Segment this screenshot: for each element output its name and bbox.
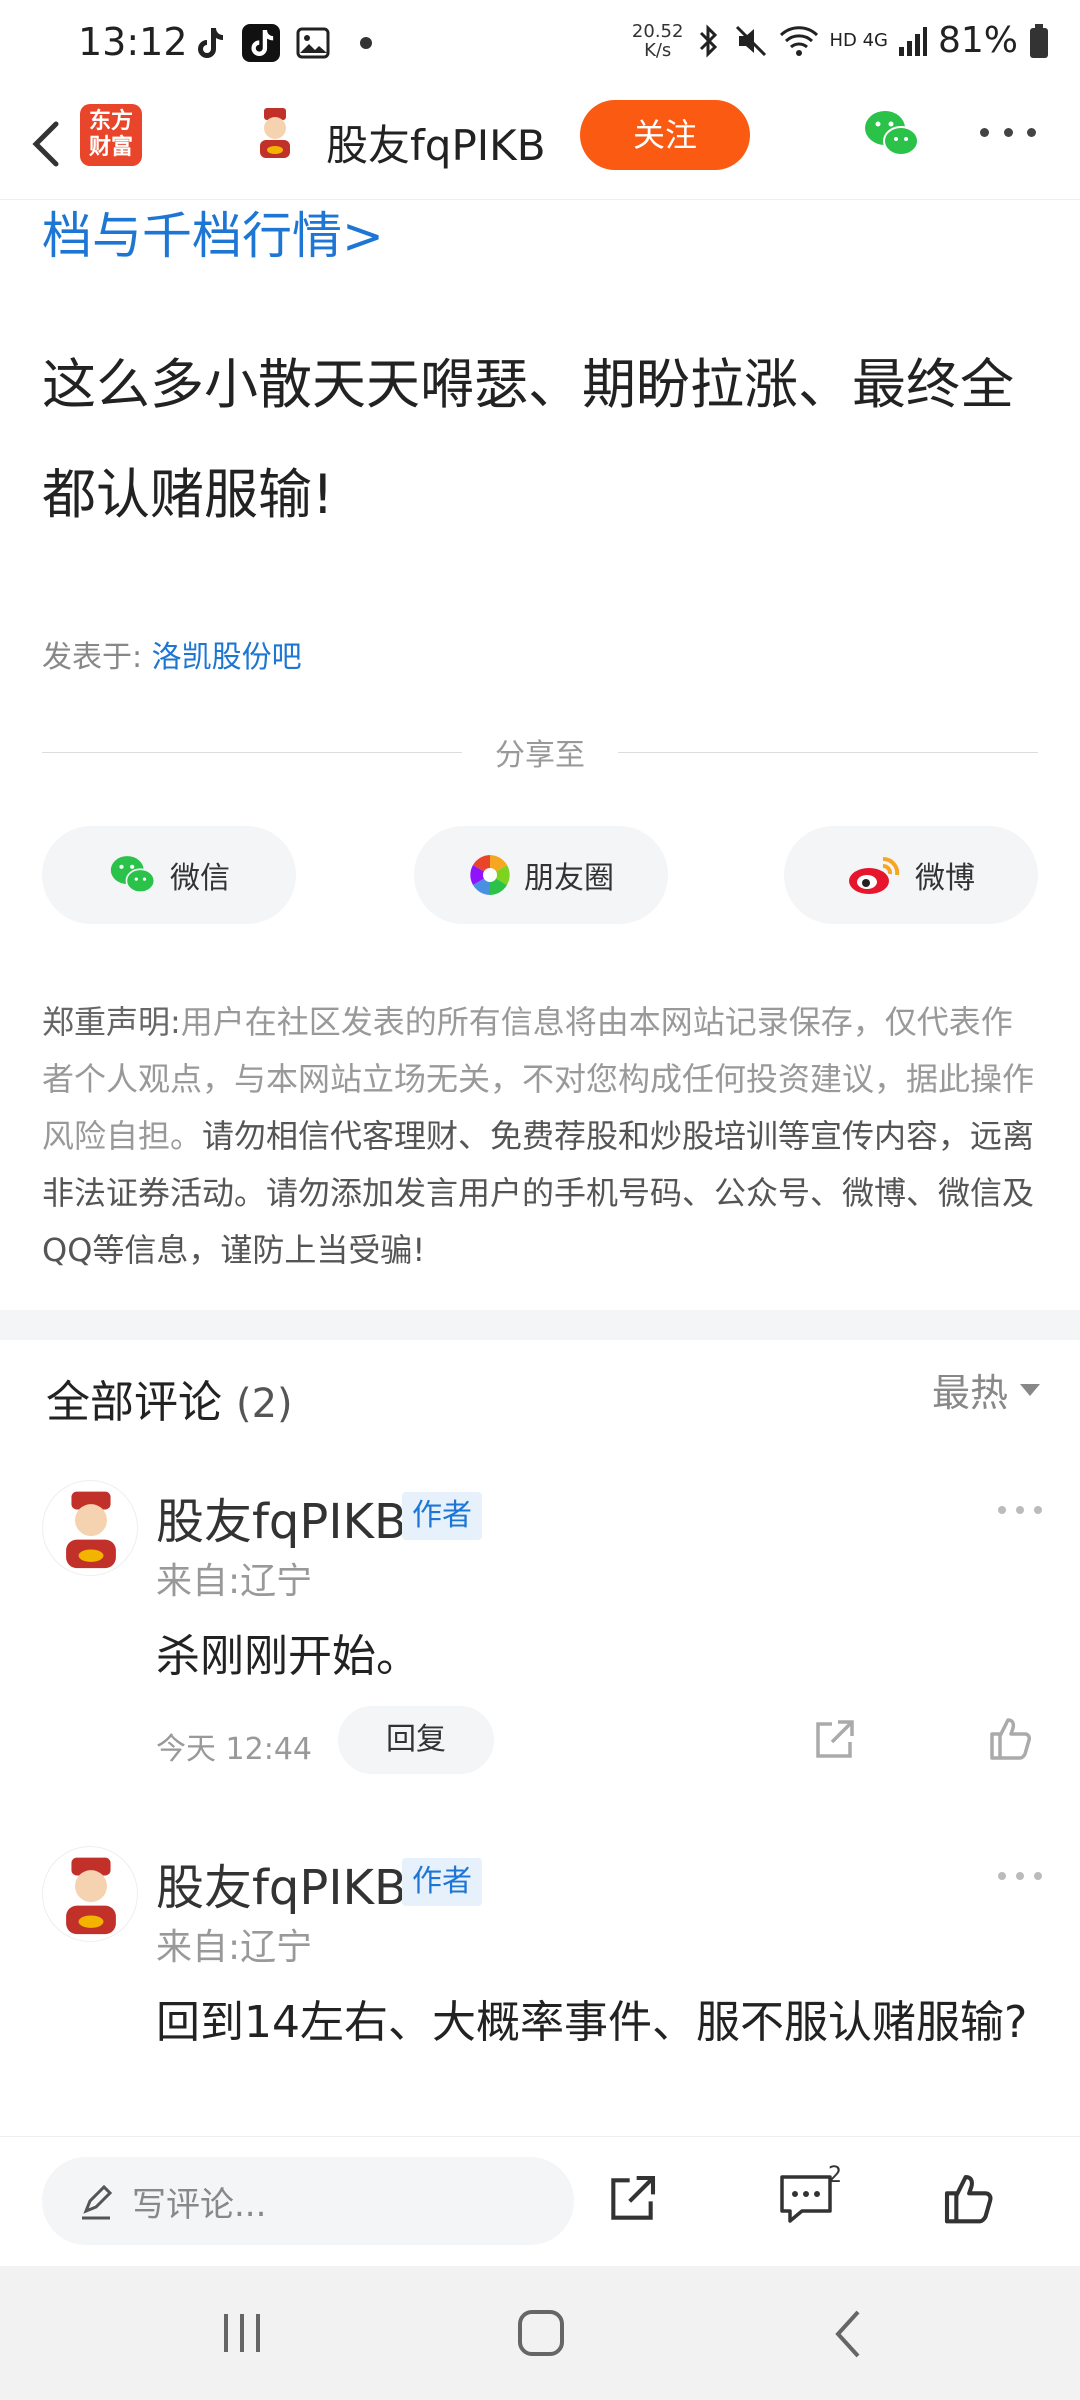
status-right-icons: 20.52 K/s HD 4G 81% [632,20,1050,61]
reply-button[interactable]: 回复 [338,1706,494,1774]
commenter-avatar[interactable] [42,1480,138,1576]
top-nav: 东方 财富 股友fqPIKB 关注 [0,92,1080,200]
posted-in: 发表于: 洛凯股份吧 [42,640,302,675]
recent-apps-button[interactable] [220,2312,264,2354]
share-icon [816,1720,854,1758]
status-left-icons [190,24,372,62]
comment-more-button[interactable] [998,1506,1042,1516]
more-options-button[interactable] [980,128,1036,142]
level2-quote-link[interactable]: 档与千档行情> [42,196,384,268]
comment-icon [780,2175,832,2223]
recent-apps-icon [224,2314,260,2352]
share-wechat-button[interactable]: 微信 [42,826,296,924]
nav-username[interactable]: 股友fqPIKB [326,112,546,173]
gallery-icon [294,24,332,62]
network-type: HD 4G [829,30,888,51]
share-button[interactable] [604,2171,660,2227]
fortune-god-avatar-icon [66,1491,116,1569]
mute-icon [736,25,767,56]
status-bar: 13:12 20.52 K/s HD 4G 81% [0,0,1080,92]
app-logo[interactable]: 东方 财富 [80,104,142,166]
system-back-button[interactable] [828,2308,868,2360]
user-avatar[interactable] [248,106,302,160]
comment-time: 今天 12:44 [156,1732,312,1767]
commenter-name[interactable]: 股友fqPIKB [156,1482,407,1552]
pencil-icon [82,2184,113,2220]
comment-location: 来自:辽宁 [156,1927,313,1968]
battery-icon [1030,23,1048,58]
wechat-share-button[interactable] [862,106,922,162]
like-button[interactable] [940,2169,996,2227]
system-nav-bar [0,2266,1080,2400]
home-button[interactable] [518,2310,564,2356]
comment-location: 来自:辽宁 [156,1561,313,1602]
comment-text: 杀刚刚开始。 [156,1631,420,1682]
comment-item: 股友fqPIKB 作者 来自:辽宁 杀刚刚开始。 今天 12:44 回复 [42,1480,1042,1780]
bluetooth-icon [700,23,718,58]
comment-text: 回到14左右、大概率事件、服不服认赌服输? [156,1997,1028,2048]
chevron-left-icon [835,2310,860,2358]
comment-share-button[interactable] [810,1716,858,1764]
share-weibo-button[interactable]: 微博 [784,826,1038,924]
commenter-avatar[interactable] [42,1846,138,1942]
commenter-name[interactable]: 股友fqPIKB [156,1848,407,1918]
fortune-god-avatar-icon [66,1857,116,1935]
back-button[interactable] [18,112,78,176]
thumbs-up-icon [990,1718,1031,1760]
caret-down-icon [1020,1383,1040,1396]
comment-item: 股友fqPIKB 作者 来自:辽宁 回到14左右、大概率事件、服不服认赌服输? [42,1846,1042,2136]
comments-title: 全部评论 (2) [46,1377,293,1428]
fortune-god-avatar-icon [260,108,290,158]
stock-bar-link[interactable]: 洛凯股份吧 [152,640,302,675]
share-divider: 分享至 [42,730,1038,773]
wechat-icon [865,111,919,156]
author-badge: 作者 [402,1492,482,1540]
comment-count: 2 [828,2163,842,2188]
status-time: 13:12 [78,20,188,64]
weibo-icon [849,856,900,894]
share-moments-button[interactable]: 朋友圈 [414,826,668,924]
moments-icon [470,855,510,895]
sort-dropdown[interactable]: 最热 [932,1362,1040,1417]
share-icon [611,2175,656,2220]
net-speed: 20.52 K/s [631,20,684,61]
wechat-icon [110,856,156,894]
tiktok-app-icon [242,24,280,62]
share-buttons: 微信 朋友圈 微博 [42,826,1038,924]
signal-icon [898,26,927,56]
bottom-action-bar: 写评论... 2 [0,2136,1080,2264]
comment-input[interactable]: 写评论... [42,2157,574,2245]
chevron-left-icon [32,121,59,167]
section-divider [0,1310,1080,1340]
battery-percent: 81% [937,20,1018,61]
post-content: 这么多小散天天嘚瑟、期盼拉涨、最终全都认赌服输! [42,353,1014,526]
comments-button[interactable] [776,2171,836,2227]
comment-like-button[interactable] [986,1714,1034,1762]
author-badge: 作者 [402,1858,482,1906]
notification-dot [360,37,372,49]
tiktok-icon [190,24,228,62]
disclaimer: 郑重声明:用户在社区发表的所有信息将由本网站记录保存，仅代表作者个人观点，与本网… [42,1003,1035,1269]
wifi-icon [780,25,819,56]
disclaimer-heading: 郑重声明: [42,1003,181,1041]
follow-button[interactable]: 关注 [580,100,750,170]
comment-more-button[interactable] [998,1872,1042,1882]
thumbs-up-icon [944,2174,993,2224]
